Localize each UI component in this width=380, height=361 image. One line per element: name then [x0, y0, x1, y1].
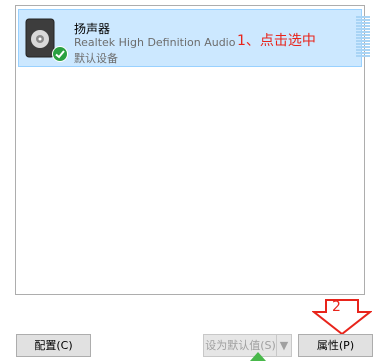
list-item-speakers[interactable]: 扬声器 Realtek High Definition Audio 默认设备 1…	[18, 9, 370, 67]
annotation-step1: 1、点击选中	[237, 33, 316, 49]
annotation-arrow-icon	[312, 299, 372, 336]
device-name: 扬声器	[74, 22, 111, 36]
device-driver: Realtek High Definition Audio	[74, 36, 236, 49]
device-status: 默认设备	[74, 52, 118, 65]
set-default-dropdown-button[interactable]: ▼	[276, 334, 292, 357]
level-meter	[356, 16, 370, 60]
playback-device-list[interactable]: 扬声器 Realtek High Definition Audio 默认设备 1…	[15, 5, 370, 295]
pointer-icon	[250, 352, 266, 361]
set-default-button[interactable]: 设为默认值(S)	[203, 334, 278, 357]
annotation-step2: 2	[332, 299, 341, 315]
default-check-icon	[52, 46, 68, 62]
configure-button[interactable]: 配置(C)	[16, 334, 91, 357]
properties-button[interactable]: 属性(P)	[298, 334, 373, 357]
